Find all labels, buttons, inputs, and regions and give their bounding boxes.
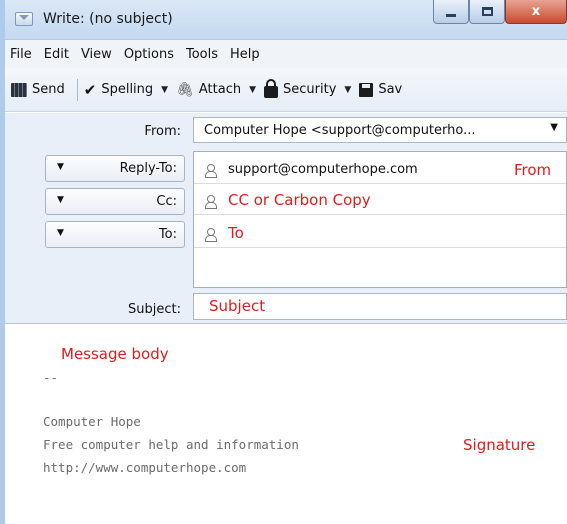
paperclip-icon: 🖇: [176, 81, 194, 98]
menu-help[interactable]: Help: [230, 47, 260, 62]
chevron-down-icon: ▼: [550, 122, 558, 133]
recipient-type-label: Reply-To:: [119, 161, 177, 176]
spelling-button[interactable]: ✔ Spelling: [84, 81, 153, 99]
annotation-cc: CC or Carbon Copy: [228, 191, 371, 209]
menu-bar: File Edit View Options Tools Help: [5, 40, 567, 68]
signature-line-2: Free computer help and information: [43, 437, 299, 452]
menu-tools[interactable]: Tools: [186, 47, 218, 62]
annotation-message-body: Message body: [61, 345, 169, 363]
maximize-button[interactable]: [469, 0, 505, 24]
security-label: Security: [283, 82, 337, 97]
security-button[interactable]: Security: [264, 78, 337, 98]
save-label: Sav: [378, 82, 403, 97]
lock-icon: [264, 78, 279, 98]
subject-input[interactable]: Subject: [193, 293, 567, 320]
attach-button[interactable]: 🖇 Attach: [176, 82, 241, 98]
from-select[interactable]: Computer Hope <support@computerho... ▼: [193, 117, 567, 143]
attach-dropdown-arrow[interactable]: ▼: [249, 85, 256, 95]
recipient-list: support@computerhope.com From CC or Carb…: [193, 151, 567, 288]
signature-line-3: http://www.computerhope.com: [43, 460, 247, 475]
recipient-type-reply-to[interactable]: ▼ Reply-To:: [45, 155, 185, 182]
recipient-row-cc[interactable]: CC or Carbon Copy: [194, 188, 566, 215]
recipient-type-label: Cc:: [156, 194, 177, 209]
menu-options[interactable]: Options: [124, 47, 174, 62]
person-icon: [205, 195, 217, 209]
attach-label: Attach: [198, 82, 242, 97]
toolbar-separator: [76, 78, 78, 101]
dropdown-arrow-icon: ▼: [57, 228, 64, 238]
window-title: Write: (no subject): [43, 11, 173, 27]
from-label: From:: [144, 124, 181, 139]
checkmark-icon: ✔: [83, 80, 97, 99]
floppy-disk-icon: [359, 82, 374, 97]
recipient-row-to[interactable]: To: [194, 221, 566, 248]
person-icon: [205, 164, 217, 178]
recipient-row-empty[interactable]: [194, 254, 566, 281]
maximize-icon: [481, 7, 493, 16]
annotation-signature: Signature: [463, 436, 536, 454]
minimize-icon: [446, 14, 456, 17]
close-button[interactable]: x: [505, 0, 567, 24]
recipient-address: support@computerhope.com: [228, 162, 418, 177]
envelope-icon: [15, 12, 33, 26]
annotation-from: From: [514, 161, 552, 179]
save-button[interactable]: Sav: [359, 82, 402, 97]
subject-label: Subject:: [128, 302, 181, 317]
menu-view[interactable]: View: [81, 47, 112, 62]
signature-separator: --: [43, 370, 59, 385]
menu-file[interactable]: File: [10, 47, 32, 62]
signature-line-1: Computer Hope: [43, 414, 141, 429]
toolbar: Send ✔ Spelling ▼ 🖇 Attach ▼ Security ▼ …: [5, 68, 567, 112]
recipient-type-to[interactable]: ▼ To:: [45, 221, 185, 248]
recipient-type-cc[interactable]: ▼ Cc:: [45, 188, 185, 215]
recipient-row-reply-to[interactable]: support@computerhope.com From: [194, 157, 566, 184]
send-label: Send: [32, 82, 65, 97]
annotation-subject: Subject: [209, 297, 266, 315]
title-bar[interactable]: Write: (no subject) x: [5, 0, 567, 40]
compose-window: Write: (no subject) x File Edit View Opt…: [0, 0, 567, 524]
dropdown-arrow-icon: ▼: [57, 195, 64, 205]
spelling-dropdown-arrow[interactable]: ▼: [161, 85, 168, 95]
recipient-type-label: To:: [158, 227, 177, 242]
spelling-label: Spelling: [101, 82, 154, 97]
close-icon: x: [531, 4, 541, 19]
send-icon: [11, 82, 27, 97]
send-button[interactable]: Send: [11, 82, 65, 97]
person-icon: [205, 228, 217, 242]
security-dropdown-arrow[interactable]: ▼: [344, 85, 351, 95]
dropdown-arrow-icon: ▼: [57, 162, 64, 172]
annotation-to: To: [228, 224, 244, 242]
minimize-button[interactable]: [433, 0, 469, 24]
from-value: Computer Hope <support@computerho...: [204, 122, 476, 138]
menu-edit[interactable]: Edit: [44, 47, 69, 62]
